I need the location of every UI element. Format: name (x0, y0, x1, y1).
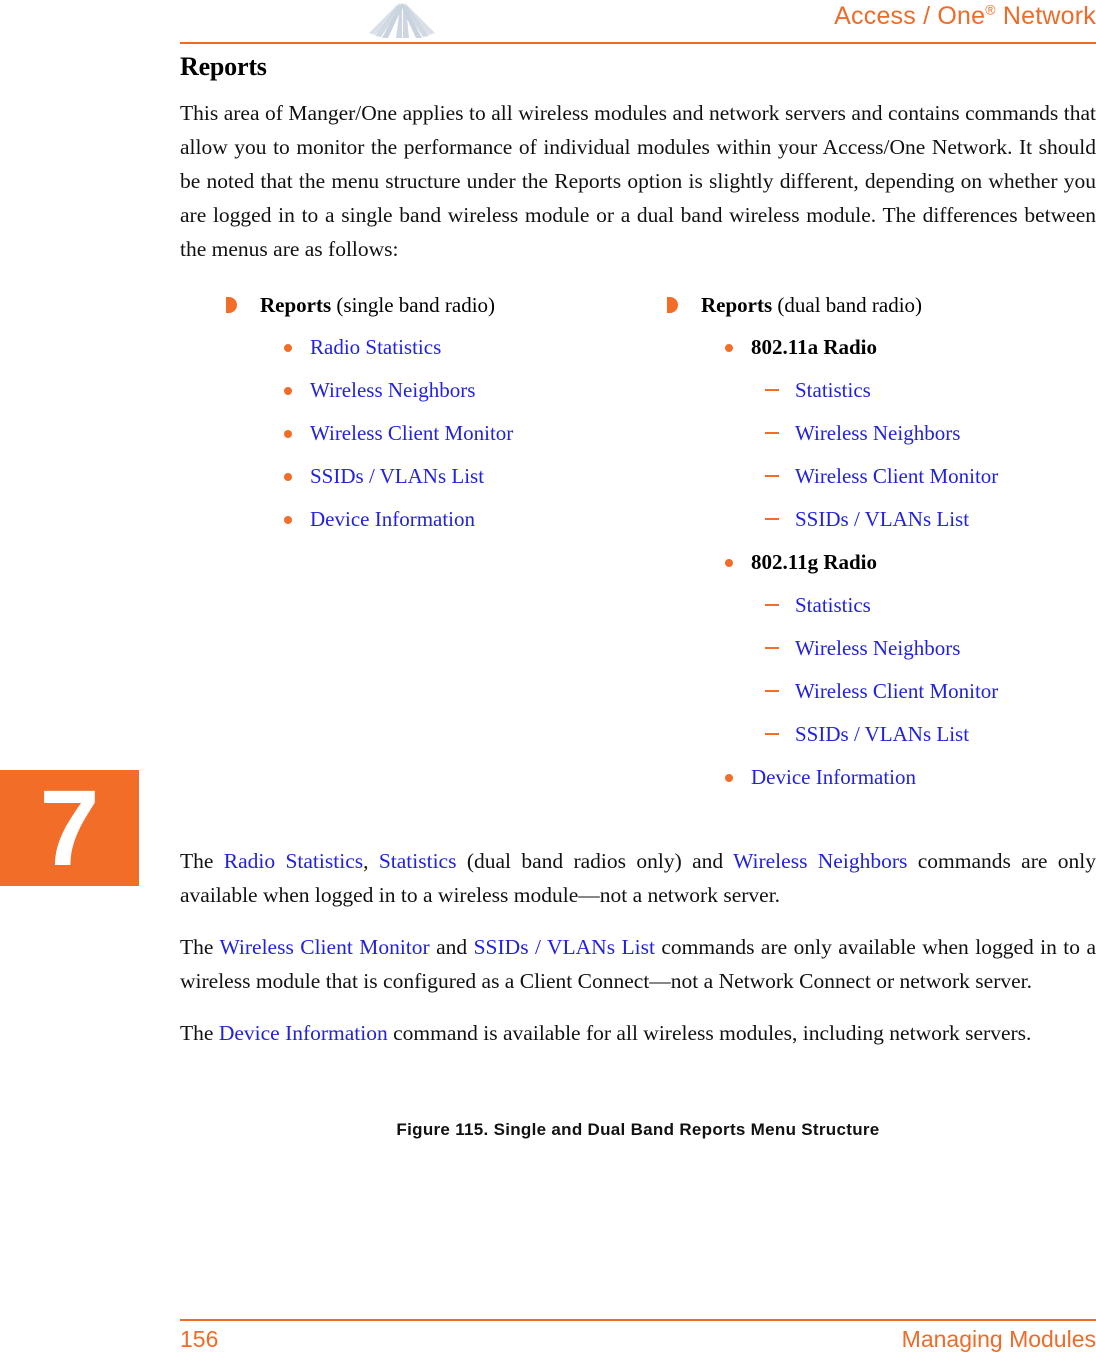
single-band-heading-label: Reports (260, 293, 332, 317)
menu-item-device-information[interactable]: Device Information (284, 498, 646, 541)
page-content: Reports This area of Manger/One applies … (180, 52, 1096, 1139)
header-rule (180, 42, 1096, 44)
text-fragment: The (180, 849, 224, 873)
paragraph-client-monitor: The Wireless Client Monitor and SSIDs / … (180, 930, 1096, 998)
cross-reference-ssids-vlans-list[interactable]: SSIDs / VLANs List (474, 935, 655, 959)
cross-reference-device-information[interactable]: Device Information (219, 1021, 388, 1045)
dash-bullet-icon (765, 733, 779, 735)
paragraph-radio-statistics: The Radio Statistics, Statistics (dual b… (180, 844, 1096, 912)
menu-item-wireless-neighbors[interactable]: Wireless Neighbors (284, 369, 646, 412)
cross-reference-statistics[interactable]: Statistics (379, 849, 457, 873)
dot-bullet-icon (284, 387, 292, 395)
triangle-bullet-icon (667, 297, 678, 313)
menu-item-label: SSIDs / VLANs List (795, 507, 970, 531)
registered-mark-icon: ® (985, 1, 996, 18)
cross-reference-wireless-neighbors[interactable]: Wireless Neighbors (733, 849, 907, 873)
menu-item-label: Statistics (795, 593, 871, 617)
menu-item-g-ssids-vlans-list[interactable]: SSIDs / VLANs List (765, 713, 1096, 756)
text-fragment: The (180, 935, 220, 959)
dash-bullet-icon (765, 604, 779, 606)
menu-item-a-wireless-neighbors[interactable]: Wireless Neighbors (765, 412, 1096, 455)
menu-item-label: Wireless Client Monitor (795, 679, 999, 703)
menu-group-label: 802.11g Radio (751, 550, 878, 574)
menu-item-label: Wireless Neighbors (795, 421, 961, 445)
single-band-heading-qualifier: (single band radio) (331, 293, 496, 317)
menu-item-g-wireless-client-monitor[interactable]: Wireless Client Monitor (765, 670, 1096, 713)
text-fragment: and (429, 935, 474, 959)
dual-band-menu-column: Reports (dual band radio) 802.11a Radio … (667, 284, 1096, 799)
single-band-heading: Reports (single band radio) (226, 284, 646, 326)
menu-item-label: Wireless Neighbors (795, 636, 961, 660)
menu-structure-figure: Reports (single band radio) Radio Statis… (180, 284, 1096, 1139)
chapter-name: Managing Modules (901, 1326, 1096, 1352)
menu-item-ssids-vlans-list[interactable]: SSIDs / VLANs List (284, 455, 646, 498)
document-page: Access / One® Network 7 Reports This are… (0, 0, 1096, 1361)
chapter-number: 7 (39, 767, 100, 888)
cross-reference-radio-statistics[interactable]: Radio Statistics (224, 849, 363, 873)
intro-paragraph: This area of Manger/One applies to all w… (180, 101, 1096, 261)
dot-bullet-icon (284, 430, 292, 438)
menu-item-radio-statistics[interactable]: Radio Statistics (284, 326, 646, 369)
menu-item-label: Wireless Client Monitor (795, 464, 999, 488)
page-header: Access / One® Network (180, 0, 1096, 44)
menu-item-dual-device-information[interactable]: Device Information (725, 756, 1096, 799)
menu-item-label: Statistics (795, 378, 871, 402)
text-fragment: (dual band radios only) and (456, 849, 734, 873)
menu-group-label: 802.11a Radio (751, 335, 878, 359)
page-number: 156 (180, 1326, 219, 1352)
footer-rule (180, 1319, 1096, 1321)
dash-bullet-icon (765, 475, 779, 477)
cross-reference-wireless-client-monitor[interactable]: Wireless Client Monitor (219, 935, 429, 959)
dot-bullet-icon (284, 344, 292, 352)
menu-item-label: Device Information (310, 507, 476, 531)
menu-item-label: SSIDs / VLANs List (795, 722, 970, 746)
triangle-bullet-icon (226, 297, 237, 313)
menu-item-a-ssids-vlans-list[interactable]: SSIDs / VLANs List (765, 498, 1096, 541)
dot-bullet-icon (284, 516, 292, 524)
dash-bullet-icon (765, 647, 779, 649)
header-title: Access / One® Network (834, 2, 1096, 31)
dot-bullet-icon (725, 344, 733, 352)
menu-item-label: Device Information (751, 765, 917, 789)
dash-bullet-icon (765, 518, 779, 520)
text-fragment: , (363, 849, 379, 873)
menu-item-a-statistics[interactable]: Statistics (765, 369, 1096, 412)
menu-group-802-11a-radio: 802.11a Radio (725, 326, 1096, 369)
menu-group-802-11g-radio: 802.11g Radio (725, 541, 1096, 584)
dot-bullet-icon (284, 473, 292, 481)
dash-bullet-icon (765, 389, 779, 391)
text-fragment: command is available for all wireless mo… (387, 1021, 1032, 1045)
dual-band-heading: Reports (dual band radio) (667, 284, 1096, 326)
menu-item-wireless-client-monitor[interactable]: Wireless Client Monitor (284, 412, 646, 455)
header-title-tail: Network (995, 2, 1096, 30)
dual-band-heading-label: Reports (701, 293, 773, 317)
menu-item-label: Radio Statistics (310, 335, 442, 359)
menu-item-label: SSIDs / VLANs List (310, 464, 485, 488)
text-fragment: The (180, 1021, 219, 1045)
header-title-main: Access / One (834, 2, 986, 30)
page-footer: 156 Managing Modules (180, 1326, 1096, 1360)
menu-item-label: Wireless Client Monitor (310, 421, 514, 445)
chapter-tab: 7 (0, 770, 139, 886)
menu-item-g-statistics[interactable]: Statistics (765, 584, 1096, 627)
page-title: Reports (180, 52, 267, 81)
dot-bullet-icon (725, 774, 733, 782)
menu-item-g-wireless-neighbors[interactable]: Wireless Neighbors (765, 627, 1096, 670)
dual-band-heading-qualifier: (dual band radio) (772, 293, 923, 317)
single-band-menu-column: Reports (single band radio) Radio Statis… (226, 284, 646, 541)
paragraph-device-information: The Device Information command is availa… (180, 1016, 1096, 1050)
menu-item-a-wireless-client-monitor[interactable]: Wireless Client Monitor (765, 455, 1096, 498)
figure-caption: Figure 115. Single and Dual Band Reports… (396, 1120, 880, 1139)
fan-burst-logo-icon (369, 3, 435, 38)
menu-item-label: Wireless Neighbors (310, 378, 476, 402)
dash-bullet-icon (765, 690, 779, 692)
dash-bullet-icon (765, 432, 779, 434)
dot-bullet-icon (725, 559, 733, 567)
